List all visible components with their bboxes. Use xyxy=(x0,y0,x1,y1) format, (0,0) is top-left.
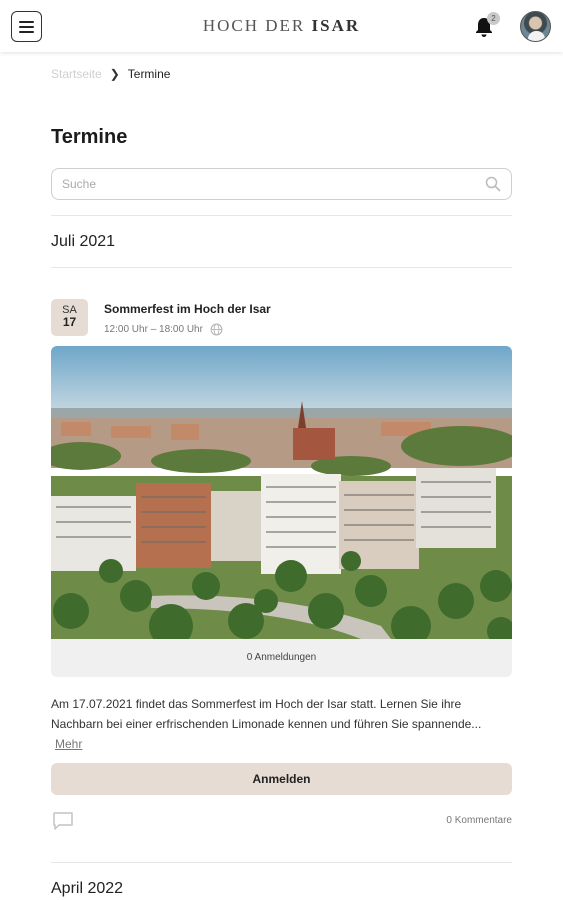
month-heading: Juli 2021 xyxy=(51,233,116,250)
top-bar: HOCH DER ISAR 2 xyxy=(0,0,563,52)
page-title: Termine xyxy=(51,126,128,148)
event-title[interactable]: Sommerfest im Hoch der Isar xyxy=(104,302,271,316)
search-icon[interactable] xyxy=(485,176,501,192)
more-link[interactable]: Mehr xyxy=(55,737,82,751)
search-input[interactable] xyxy=(62,177,485,191)
event-description: Am 17.07.2021 findet das Sommerfest im H… xyxy=(51,694,512,754)
globe-icon xyxy=(210,323,223,336)
divider xyxy=(51,267,512,268)
search-box xyxy=(51,168,512,200)
breadcrumb-current: Termine xyxy=(127,67,171,81)
divider xyxy=(51,215,512,216)
event-date-badge: SA 17 xyxy=(51,299,88,336)
event-time-row: 12:00 Uhr – 18:00 Uhr xyxy=(104,323,223,336)
event-image[interactable] xyxy=(51,346,512,639)
event-day: 17 xyxy=(62,315,77,329)
comment-icon[interactable] xyxy=(52,811,74,831)
month-heading: April 2022 xyxy=(51,880,124,897)
event-description-text: Am 17.07.2021 findet das Sommerfest im H… xyxy=(51,697,482,731)
chevron-right-icon: ❯ xyxy=(109,67,120,81)
register-button[interactable]: Anmelden xyxy=(51,763,512,795)
breadcrumb-home-link[interactable]: Startseite xyxy=(51,67,102,81)
comment-count[interactable]: 0 Kommentare xyxy=(446,815,512,826)
breadcrumb: Startseite ❯ Termine xyxy=(51,67,170,81)
avatar[interactable] xyxy=(520,11,551,42)
divider xyxy=(51,862,512,863)
registrations-count: 0 Anmeldungen xyxy=(51,639,512,677)
event-time: 12:00 Uhr – 18:00 Uhr xyxy=(104,324,203,335)
notification-badge: 2 xyxy=(487,12,500,25)
